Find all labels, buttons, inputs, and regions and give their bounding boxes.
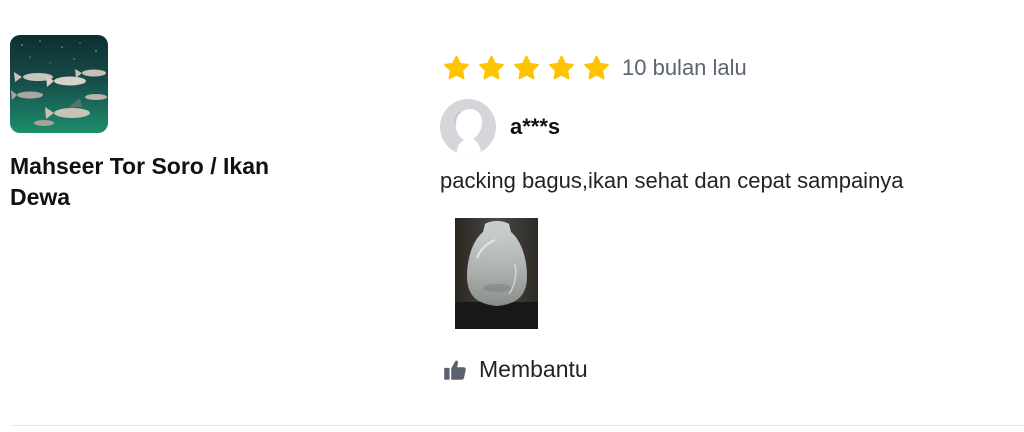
rating-row: 10 bulan lalu (440, 50, 1010, 86)
thumbs-up-icon (444, 360, 466, 380)
helpful-button[interactable]: Membantu (442, 356, 1010, 383)
star-icon (479, 55, 504, 79)
reviewer: a***s (440, 99, 1010, 155)
avatar-placeholder-icon (440, 99, 496, 155)
star-rating (442, 54, 611, 83)
review-text: packing bagus,ikan sehat dan cepat sampa… (440, 168, 904, 193)
star-icon (444, 55, 469, 79)
product-image[interactable] (10, 35, 108, 133)
reviewer-username: a***s (510, 114, 561, 139)
review-card: 10 bulan lalu a***s packing bagus,ikan s… (440, 50, 1010, 383)
product-name[interactable]: Mahseer Tor Soro / Ikan Dewa (10, 151, 320, 213)
review-time: 10 bulan lalu (622, 55, 747, 80)
review-photo[interactable] (455, 218, 538, 329)
star-icon (514, 55, 539, 79)
product-info: Mahseer Tor Soro / Ikan Dewa (10, 35, 330, 213)
helpful-label: Membantu (479, 356, 588, 382)
divider (10, 425, 1024, 426)
star-icon (549, 55, 574, 79)
star-icon (584, 55, 609, 79)
